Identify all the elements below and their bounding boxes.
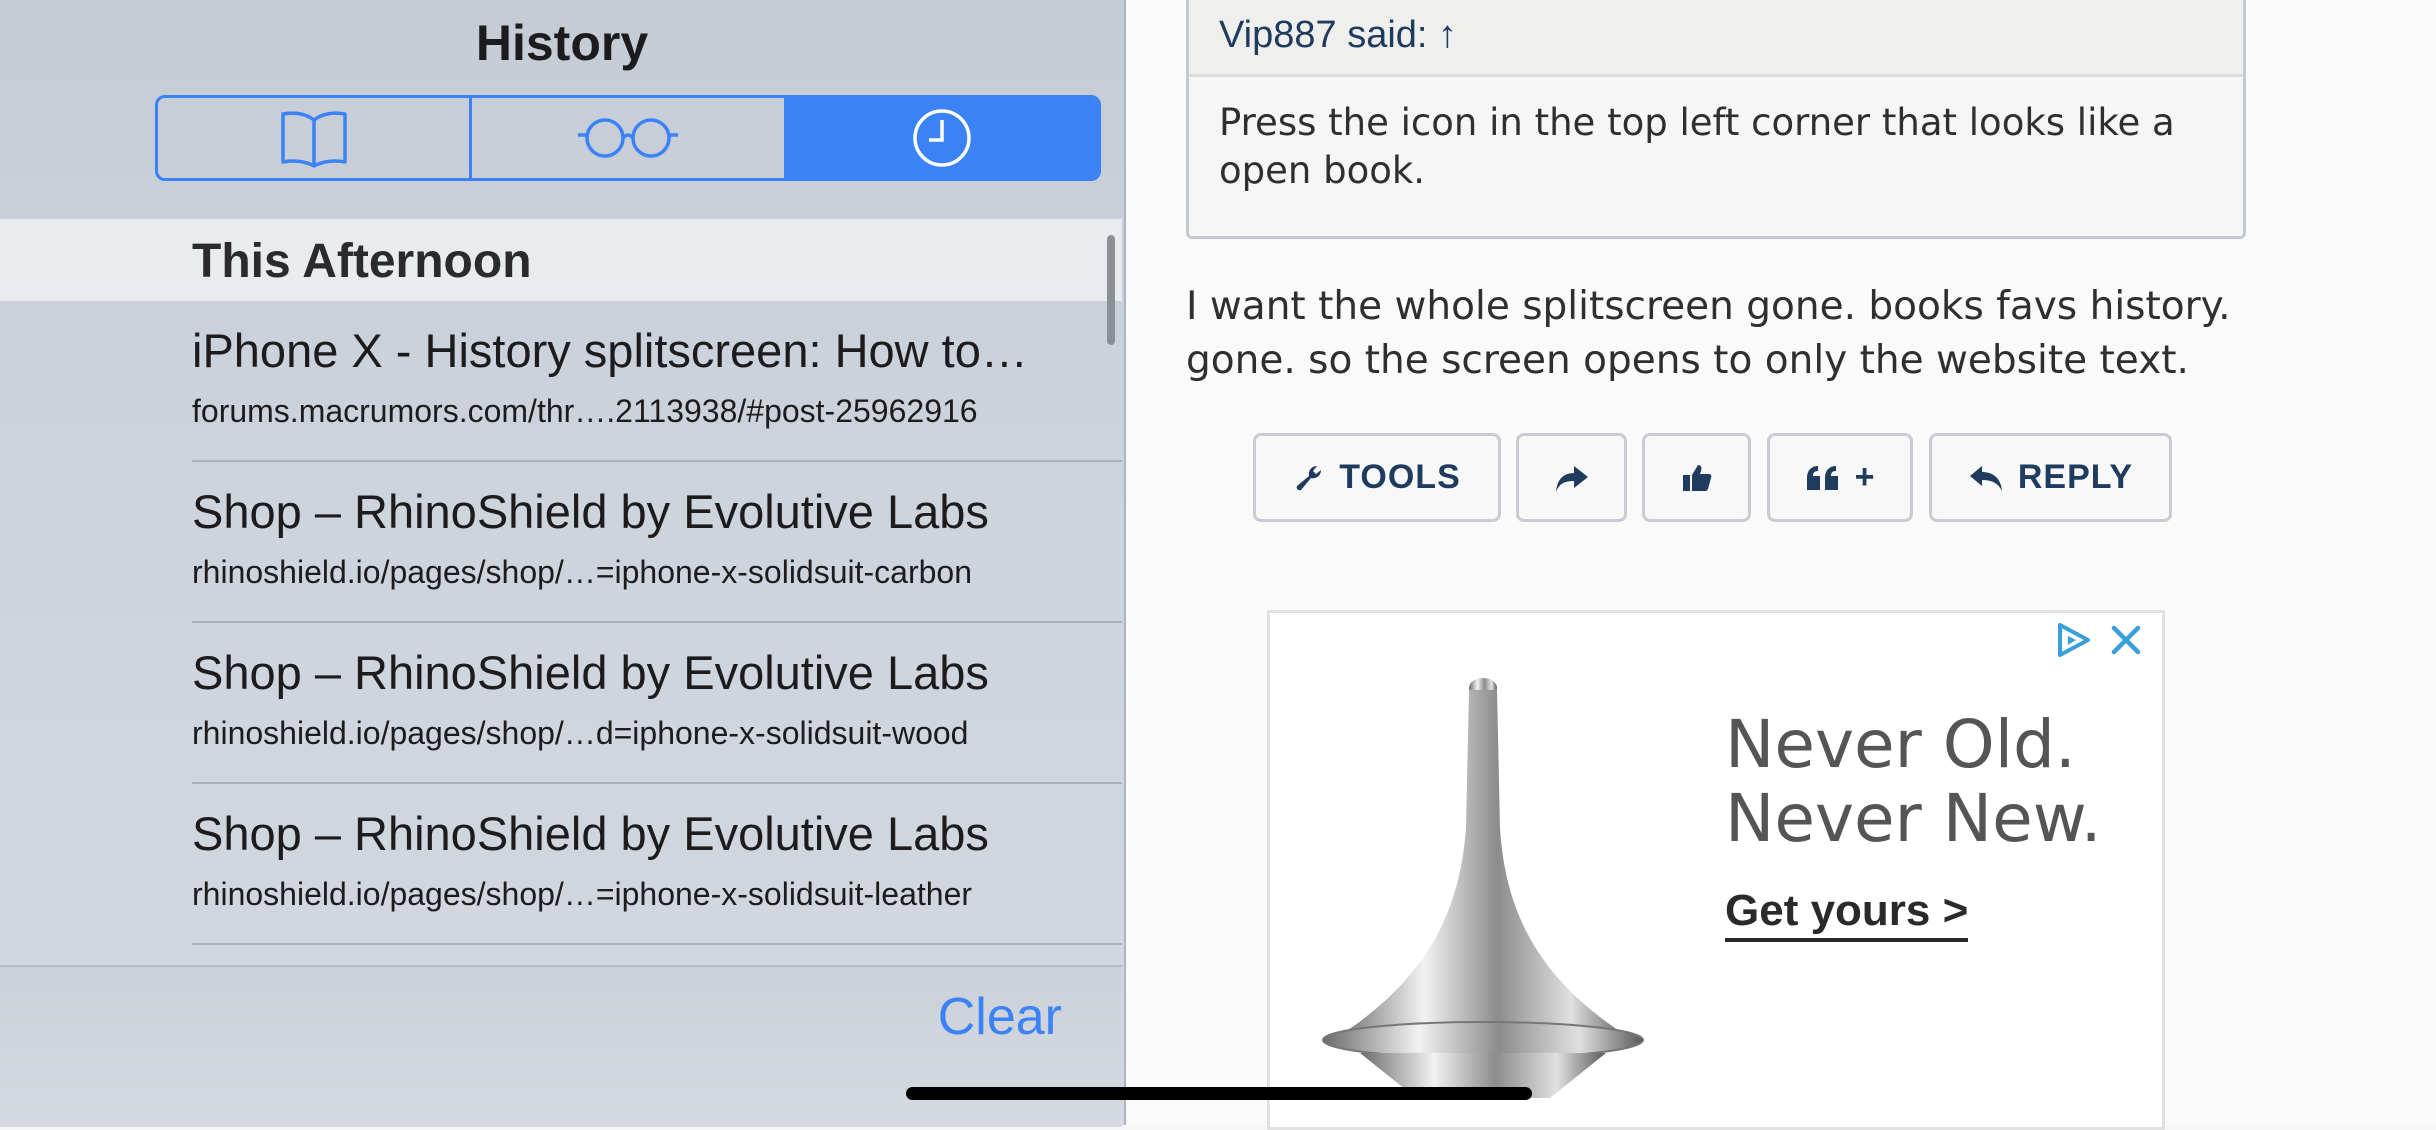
reply-arrow-icon xyxy=(1969,465,2002,491)
advertisement[interactable]: Never Old. Never New. Get yours > xyxy=(1267,610,2165,1130)
tab-history[interactable] xyxy=(786,98,1098,178)
tools-button[interactable]: TOOLS xyxy=(1253,433,1501,522)
post-body: I want the whole splitscreen gone. books… xyxy=(1186,284,2231,383)
adchoices-icon[interactable] xyxy=(2054,621,2092,659)
history-item-title: iPhone X - History splitscreen: How to… xyxy=(192,324,1028,377)
history-clock-icon xyxy=(913,109,972,167)
quote-block: Vip887 said: ↑ Press the icon in the top… xyxy=(1186,0,2246,239)
history-item[interactable]: iPhone X - History splitscreen: How to… … xyxy=(192,301,1122,462)
multiquote-label: + xyxy=(1854,458,1876,496)
tab-reading-list[interactable] xyxy=(472,98,787,178)
history-list: iPhone X - History splitscreen: How to… … xyxy=(0,301,1122,945)
sidebar-title: History xyxy=(475,15,649,71)
share-arrow-icon xyxy=(1555,465,1588,492)
history-item[interactable]: Shop – RhinoShield by Evolutive Labs rhi… xyxy=(192,623,1122,784)
ad-cta-link[interactable]: Get yours > xyxy=(1725,886,1969,942)
share-button[interactable] xyxy=(1516,433,1627,522)
reading-list-glasses-icon xyxy=(577,118,678,158)
reply-label: REPLY xyxy=(2017,458,2134,496)
history-sidebar: History This Afternoon iPhone X - Histor… xyxy=(0,0,1126,1127)
like-button[interactable] xyxy=(1642,433,1751,522)
clear-history-button[interactable]: Clear xyxy=(938,987,1062,1047)
history-item[interactable]: Shop – RhinoShield by Evolutive Labs rhi… xyxy=(192,462,1122,623)
multiquote-button[interactable]: + xyxy=(1767,433,1913,522)
tab-bookmarks[interactable] xyxy=(158,98,473,178)
ad-tagline-line2: Never New. xyxy=(1725,780,2102,857)
history-item[interactable]: Shop – RhinoShield by Evolutive Labs rhi… xyxy=(192,784,1122,945)
tools-label: TOOLS xyxy=(1339,458,1461,496)
bookmarks-book-icon xyxy=(280,111,347,168)
sidebar-footer: Clear xyxy=(0,965,1122,1127)
sidebar-segmented-control xyxy=(155,95,1101,181)
reply-button[interactable]: REPLY xyxy=(1929,433,2172,522)
ad-tagline: Never Old. Never New. xyxy=(1725,708,2102,856)
close-icon[interactable] xyxy=(2110,624,2142,656)
ad-controls xyxy=(2054,621,2142,659)
quote-author[interactable]: Vip887 said: ↑ xyxy=(1189,0,2243,77)
history-item-title: Shop – RhinoShield by Evolutive Labs xyxy=(192,807,989,860)
history-item-url: rhinoshield.io/pages/shop/…=iphone-x-sol… xyxy=(192,876,973,912)
history-item-url: rhinoshield.io/pages/shop/…d=iphone-x-so… xyxy=(192,715,969,751)
spinning-top-image xyxy=(1322,678,1644,1098)
home-indicator[interactable] xyxy=(906,1087,1532,1100)
wrench-icon xyxy=(1296,465,1322,490)
quote-text: Press the icon in the top left corner th… xyxy=(1219,101,2175,192)
history-item-url: rhinoshield.io/pages/shop/…=iphone-x-sol… xyxy=(192,554,973,590)
history-item-url: forums.macrumors.com/thr….2113938/#post-… xyxy=(192,393,978,429)
web-content: Vip887 said: ↑ Press the icon in the top… xyxy=(1126,0,2436,1130)
history-item-title: Shop – RhinoShield by Evolutive Labs xyxy=(192,646,989,699)
ad-tagline-line1: Never Old. xyxy=(1725,706,2076,783)
history-item-title: Shop – RhinoShield by Evolutive Labs xyxy=(192,485,989,538)
section-header-label: This Afternoon xyxy=(192,235,532,288)
quote-icon xyxy=(1806,465,1838,490)
section-header: This Afternoon xyxy=(0,219,1122,301)
thumbs-up-icon xyxy=(1682,464,1711,491)
